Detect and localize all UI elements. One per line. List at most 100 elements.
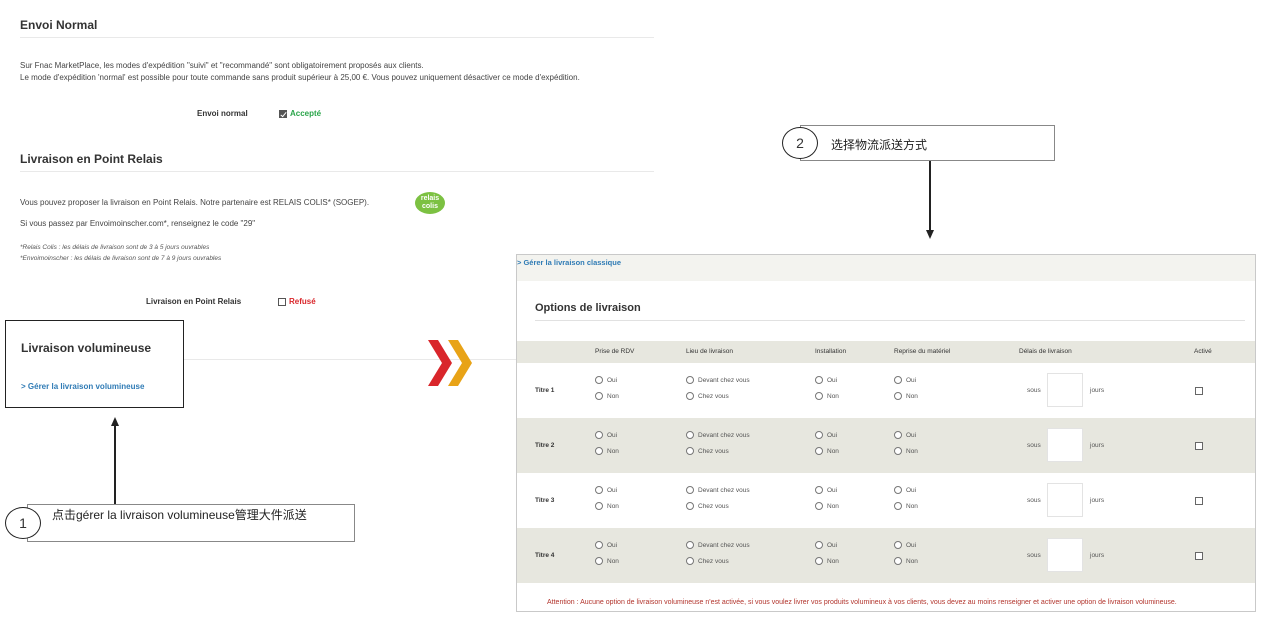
installation-non-option[interactable]: Non: [815, 557, 839, 565]
reprise-oui-option[interactable]: Oui: [894, 486, 916, 494]
rdv-non-option[interactable]: Non: [595, 447, 619, 455]
radio-icon[interactable]: [686, 447, 694, 455]
radio-icon[interactable]: [894, 392, 902, 400]
radio-icon[interactable]: [815, 486, 823, 494]
delay-input[interactable]: [1047, 538, 1083, 572]
lieu-devant-option[interactable]: Devant chez vous: [686, 431, 750, 439]
checked-checkbox-icon[interactable]: [279, 109, 287, 118]
reprise-non-option[interactable]: Non: [894, 447, 918, 455]
lieu-chez-option[interactable]: Chez vous: [686, 447, 729, 455]
radio-icon[interactable]: [815, 431, 823, 439]
option-label: Oui: [906, 486, 917, 494]
option-label: Non: [607, 447, 619, 455]
radio-icon[interactable]: [815, 447, 823, 455]
radio-icon[interactable]: [595, 447, 603, 455]
reprise-non-option[interactable]: Non: [894, 392, 918, 400]
logo-text: relais: [420, 195, 440, 202]
delay-input[interactable]: [1047, 483, 1083, 517]
radio-icon[interactable]: [894, 541, 902, 549]
delay-input[interactable]: [1047, 373, 1083, 407]
rdv-oui-option[interactable]: Oui: [595, 486, 617, 494]
radio-icon[interactable]: [686, 376, 694, 384]
rdv-non-option[interactable]: Non: [595, 557, 619, 565]
option-label: Oui: [906, 431, 917, 439]
reprise-oui-option[interactable]: Oui: [894, 541, 916, 549]
lieu-devant-option[interactable]: Devant chez vous: [686, 486, 750, 494]
row-title: Titre 4: [535, 552, 555, 559]
active-checkbox[interactable]: [1195, 497, 1203, 505]
installation-non-option[interactable]: Non: [815, 447, 839, 455]
divider: [20, 171, 654, 172]
relais-colis-logo: relais colis: [415, 192, 445, 214]
lieu-devant-option[interactable]: Devant chez vous: [686, 541, 750, 549]
row-title: Titre 3: [535, 497, 555, 504]
installation-oui-option[interactable]: Oui: [815, 431, 837, 439]
option-label: Oui: [607, 376, 618, 384]
radio-icon[interactable]: [686, 431, 694, 439]
option-label: Devant chez vous: [698, 431, 750, 439]
reprise-oui-option[interactable]: Oui: [894, 376, 916, 384]
lieu-chez-option[interactable]: Chez vous: [686, 392, 729, 400]
radio-icon[interactable]: [815, 557, 823, 565]
active-checkbox[interactable]: [1195, 552, 1203, 560]
radio-icon[interactable]: [595, 557, 603, 565]
radio-icon[interactable]: [595, 376, 603, 384]
logo-text: colis: [422, 203, 438, 210]
delivery-options-panel: > Gérer la livraison classique Options d…: [516, 254, 1256, 612]
option-label: Oui: [827, 376, 838, 384]
radio-icon[interactable]: [894, 486, 902, 494]
manage-volumineuse-link[interactable]: > Gérer la livraison volumineuse: [21, 382, 144, 391]
radio-icon[interactable]: [686, 392, 694, 400]
point-relais-note-2: *Envoimoinscher : les délais de livraiso…: [20, 255, 222, 262]
option-label: Oui: [607, 541, 618, 549]
installation-oui-option[interactable]: Oui: [815, 486, 837, 494]
reprise-non-option[interactable]: Non: [894, 502, 918, 510]
rdv-oui-option[interactable]: Oui: [595, 431, 617, 439]
radio-icon[interactable]: [815, 376, 823, 384]
radio-icon[interactable]: [686, 557, 694, 565]
envoi-normal-toggle[interactable]: Accepté: [279, 109, 321, 118]
radio-icon[interactable]: [815, 502, 823, 510]
radio-icon[interactable]: [686, 541, 694, 549]
reprise-non-option[interactable]: Non: [894, 557, 918, 565]
radio-icon[interactable]: [595, 502, 603, 510]
radio-icon[interactable]: [894, 502, 902, 510]
option-label: Non: [906, 502, 918, 510]
radio-icon[interactable]: [894, 431, 902, 439]
radio-icon[interactable]: [894, 376, 902, 384]
unchecked-checkbox-icon[interactable]: [278, 297, 286, 306]
rdv-oui-option[interactable]: Oui: [595, 541, 617, 549]
radio-icon[interactable]: [815, 392, 823, 400]
installation-non-option[interactable]: Non: [815, 392, 839, 400]
radio-icon[interactable]: [595, 392, 603, 400]
lieu-chez-option[interactable]: Chez vous: [686, 557, 729, 565]
lieu-chez-option[interactable]: Chez vous: [686, 502, 729, 510]
rdv-non-option[interactable]: Non: [595, 392, 619, 400]
option-label: Chez vous: [698, 502, 729, 510]
radio-icon[interactable]: [595, 486, 603, 494]
delay-input[interactable]: [1047, 428, 1083, 462]
active-checkbox[interactable]: [1195, 442, 1203, 450]
radio-icon[interactable]: [686, 486, 694, 494]
column-header: Lieu de livraison: [686, 348, 733, 355]
radio-icon[interactable]: [894, 447, 902, 455]
point-relais-toggle[interactable]: Refusé: [278, 297, 316, 306]
radio-icon[interactable]: [595, 541, 603, 549]
rdv-non-option[interactable]: Non: [595, 502, 619, 510]
active-checkbox[interactable]: [1195, 387, 1203, 395]
installation-oui-option[interactable]: Oui: [815, 541, 837, 549]
reprise-oui-option[interactable]: Oui: [894, 431, 916, 439]
option-label: Oui: [607, 431, 618, 439]
radio-icon[interactable]: [815, 541, 823, 549]
table-row: Titre 2 Oui Non Devant chez vous Chez vo…: [517, 418, 1255, 473]
rdv-oui-option[interactable]: Oui: [595, 376, 617, 384]
lieu-devant-option[interactable]: Devant chez vous: [686, 376, 750, 384]
sous-label: sous: [1027, 442, 1041, 449]
manage-classic-delivery-link[interactable]: > Gérer la livraison classique: [517, 258, 621, 267]
installation-non-option[interactable]: Non: [815, 502, 839, 510]
radio-icon[interactable]: [595, 431, 603, 439]
installation-oui-option[interactable]: Oui: [815, 376, 837, 384]
callout-1-number: 1: [5, 507, 41, 539]
radio-icon[interactable]: [686, 502, 694, 510]
radio-icon[interactable]: [894, 557, 902, 565]
